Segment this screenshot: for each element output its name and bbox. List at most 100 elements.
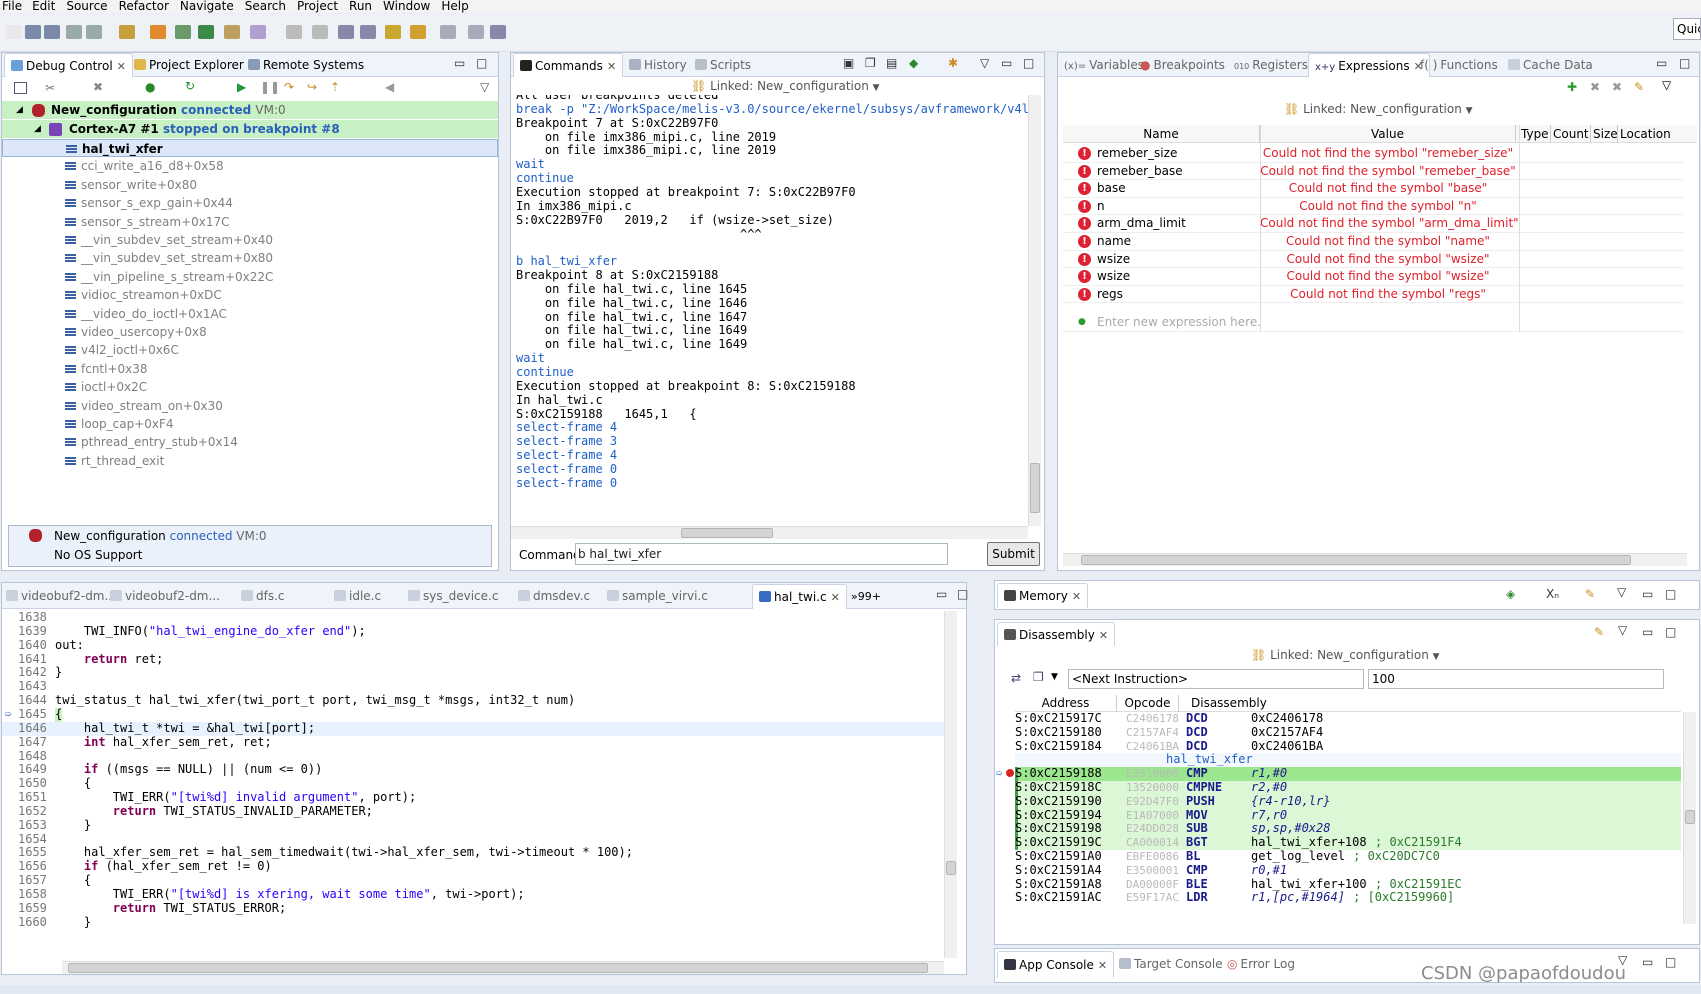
connect-icon[interactable]: ● — [145, 80, 155, 94]
expression-row[interactable]: ! arm_dma_limit Could not find the symbol … — [1063, 215, 1684, 233]
code-line[interactable]: 1660 } — [2, 915, 944, 930]
stack-frame-row[interactable]: vidioc_streamon+0xDC — [2, 286, 498, 304]
run-script-icon[interactable]: ◆ — [909, 56, 918, 70]
suspend-icon[interactable]: ❚❚ — [260, 80, 280, 94]
pin-icon[interactable]: ✎ — [1594, 625, 1604, 639]
output-hscroll[interactable] — [511, 526, 1028, 539]
col-address[interactable]: Address — [1015, 695, 1117, 712]
tab-scripts[interactable]: Scripts — [695, 53, 751, 77]
stack-frame-row[interactable]: ioctl+0x2C — [2, 378, 498, 396]
toolbar-button-icon[interactable] — [86, 25, 102, 39]
minimize-icon[interactable]: ▭ — [1642, 587, 1653, 601]
code-hscroll[interactable] — [62, 961, 944, 974]
stack-frame-row[interactable]: sensor_s_exp_gain+0x44 — [2, 194, 498, 212]
toolbar-button-icon[interactable] — [440, 25, 456, 39]
code-line[interactable]: 1646 hal_twi_t *twi = &hal_twi[port]; — [2, 721, 944, 736]
disasm-row[interactable]: ➯ S:0xC2159188 E3510000 CMP r1,#0 — [996, 766, 1681, 782]
editor-tab[interactable]: videobuf2-dm... — [110, 584, 220, 609]
toolbar-button-icon[interactable] — [44, 25, 60, 39]
tab-cache-data[interactable]: Cache Data — [1508, 53, 1593, 77]
expression-row[interactable]: ! remeber_size Could not find the symbol "… — [1063, 145, 1684, 163]
menu-item[interactable]: Edit — [32, 0, 66, 13]
stack-frame-row[interactable]: video_stream_on+0x30 — [2, 397, 498, 415]
code-line[interactable]: 1651 TWI_ERR("[twi%d] invalid argument",… — [2, 790, 944, 805]
code-line[interactable]: 1643 — [2, 679, 944, 694]
command-input[interactable]: b hal_twi_xfer — [575, 543, 948, 565]
close-icon[interactable]: ✕ — [117, 60, 126, 73]
tab-variables[interactable]: (x)= Variables — [1064, 53, 1144, 77]
tab-registers[interactable]: 010 Registers — [1234, 53, 1308, 77]
view-menu-icon[interactable]: ▽ — [1617, 585, 1626, 599]
code-line[interactable]: 1652 return TWI_STATUS_INVALID_PARAMETER… — [2, 804, 944, 819]
maximize-icon[interactable]: □ — [1665, 587, 1676, 601]
refresh-icon[interactable]: ↻ — [185, 79, 195, 93]
scroll-thumb[interactable] — [681, 528, 773, 538]
col-location[interactable]: Location — [1618, 125, 1688, 143]
tab-memory[interactable]: Memory ✕ — [997, 583, 1089, 608]
expression-row[interactable]: ! wsize Could not find the symbol "wsize" — [1063, 268, 1684, 286]
maximize-icon[interactable]: □ — [1679, 56, 1690, 70]
stack-frame-row[interactable]: __video_do_ioctl+0x1AC — [2, 305, 498, 323]
paste-icon[interactable]: ▤ — [886, 56, 897, 70]
toolbar-button-icon[interactable] — [490, 25, 506, 39]
tab-breakpoints[interactable]: ● Breakpoints — [1140, 53, 1225, 77]
tab-history[interactable]: History — [629, 53, 687, 77]
remove-icon[interactable]: ✖ — [93, 80, 103, 94]
col-type[interactable]: Type — [1519, 125, 1551, 143]
tab-project-explorer[interactable]: Project Explorer — [134, 53, 244, 77]
resume-icon[interactable]: ▶ — [237, 80, 246, 94]
copy-icon[interactable]: ❐ — [1033, 670, 1044, 684]
minimize-icon[interactable]: ▭ — [1642, 625, 1653, 639]
collapse-icon[interactable] — [14, 82, 27, 94]
editor-tab[interactable]: idle.c — [334, 584, 381, 609]
disasm-row[interactable]: S:0xC21591AC E59F17AC LDR r1,[pc,#1964] ; [… — [1015, 891, 1681, 905]
code-line[interactable]: 1653 } — [2, 818, 944, 833]
menu-item[interactable]: Help — [441, 0, 479, 13]
maximize-icon[interactable]: □ — [1665, 625, 1676, 639]
disconnect-icon[interactable]: ✂ — [45, 81, 55, 95]
expression-row[interactable]: ! n Could not find the symbol "n" — [1063, 198, 1684, 216]
stack-frame-row[interactable]: v4l2_ioctl+0x6C — [2, 341, 498, 359]
step-into-icon[interactable]: ↷ — [284, 80, 294, 94]
code-line[interactable]: 1640 out: — [2, 638, 944, 653]
tab-error-log[interactable]: ◎ Error Log — [1227, 951, 1295, 978]
pin-icon[interactable]: ✎ — [1634, 80, 1644, 94]
editor-tab[interactable]: dfs.c — [241, 584, 285, 609]
toolbar-button-icon[interactable] — [224, 25, 240, 39]
col-size[interactable]: Size — [1591, 125, 1618, 143]
remove-all-icon[interactable]: ✖ — [1612, 80, 1622, 94]
editor-tab[interactable]: sys_device.c — [408, 584, 498, 609]
editor-tab[interactable]: dmsdev.c — [518, 584, 590, 609]
scroll-thumb[interactable] — [1685, 810, 1695, 824]
toolbar-button-icon[interactable] — [410, 25, 426, 39]
disasm-row[interactable]: S:0xC2159194 E1A07000 MOV r7,r0 — [1015, 808, 1681, 823]
view-menu-icon[interactable]: ▽ — [480, 80, 489, 94]
expression-row[interactable]: ! regs Could not find the symbol "regs" — [1063, 286, 1684, 304]
expression-row[interactable]: ! remeber_base Could not find the symbol "… — [1063, 163, 1684, 181]
drop-to-frame-icon[interactable]: ◀ — [385, 80, 394, 94]
copy-icon[interactable]: ❐ — [865, 56, 876, 70]
tab-remote-systems[interactable]: Remote Systems — [248, 53, 364, 77]
expand-arrow-icon[interactable]: ◢ — [16, 101, 23, 119]
code-line[interactable]: 1650 { — [2, 776, 944, 791]
minimize-icon[interactable]: ▭ — [936, 587, 947, 601]
instruction-count-input[interactable]: 100 — [1368, 669, 1664, 689]
stack-frame-row[interactable]: pthread_entry_stub+0x14 — [2, 433, 498, 451]
view-menu-icon[interactable]: ▽ — [1618, 623, 1627, 637]
core-row[interactable]: ◢ Cortex-A7 #1 stopped on breakpoint #8 — [2, 120, 498, 138]
format-icon[interactable]: Xₙ — [1546, 587, 1559, 601]
code-line[interactable]: 1642} — [2, 666, 944, 680]
col-count[interactable]: Count — [1551, 125, 1591, 143]
code-line[interactable]: 1647 int hal_xfer_sem_ret, ret; — [2, 735, 944, 750]
menu-item[interactable]: Source — [66, 0, 118, 13]
quick-access-input[interactable]: Quic — [1673, 18, 1701, 40]
toolbar-button-icon[interactable] — [6, 25, 22, 39]
toolbar-button-icon[interactable] — [286, 25, 302, 39]
config-row[interactable]: ◢ New_configuration connected VM:0 — [2, 101, 498, 119]
maximize-icon[interactable]: □ — [1665, 955, 1676, 969]
code-line[interactable]: 1657 { — [2, 873, 944, 888]
toolbar-button-icon[interactable] — [385, 25, 401, 39]
settings-icon[interactable]: ✱ — [948, 56, 958, 70]
expr-hscroll[interactable] — [1063, 553, 1687, 566]
stack-frame-row[interactable]: loop_cap+0xF4 — [2, 415, 498, 433]
